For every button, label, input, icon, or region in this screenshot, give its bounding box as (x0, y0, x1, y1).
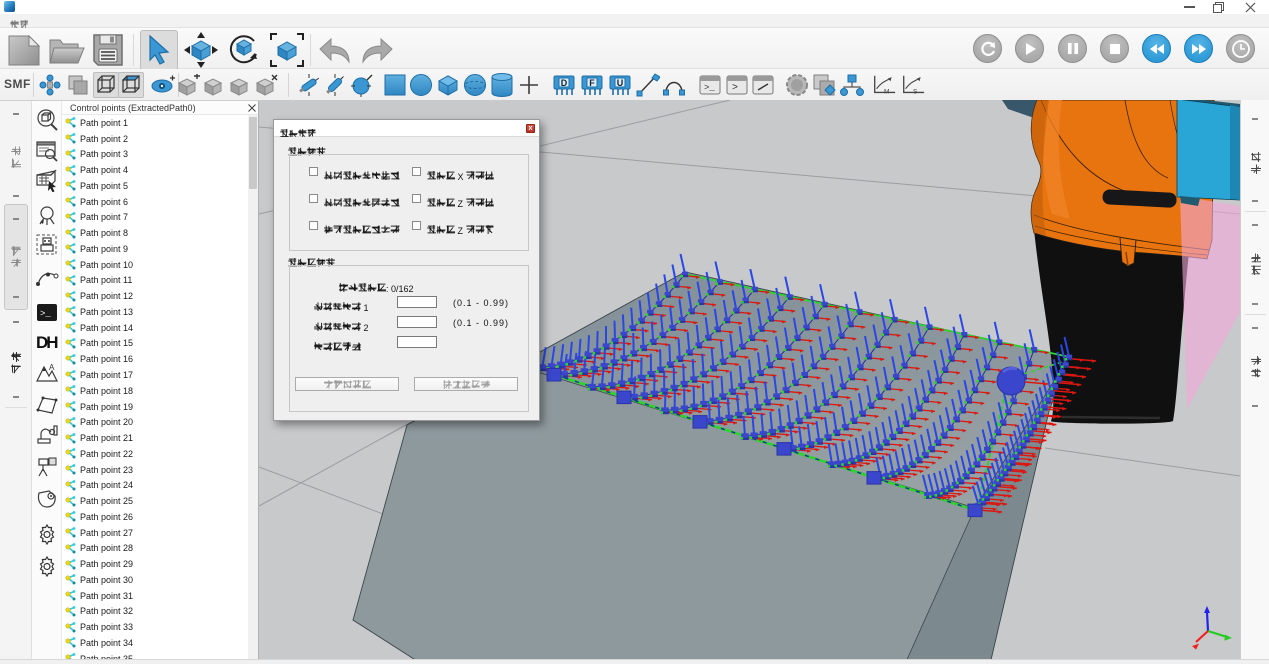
svg-text:>_: >_ (704, 83, 715, 93)
svg-text:>: > (732, 83, 738, 94)
svg-text:DH: DH (36, 333, 59, 352)
svg-text:>_: >_ (40, 309, 51, 319)
svg-text:M: M (884, 88, 889, 95)
svg-text:A: A (49, 363, 55, 372)
svg-text:S: S (913, 88, 918, 95)
svg-text:U: U (617, 78, 624, 88)
svg-text:D: D (561, 78, 568, 88)
svg-text:F: F (589, 78, 595, 88)
